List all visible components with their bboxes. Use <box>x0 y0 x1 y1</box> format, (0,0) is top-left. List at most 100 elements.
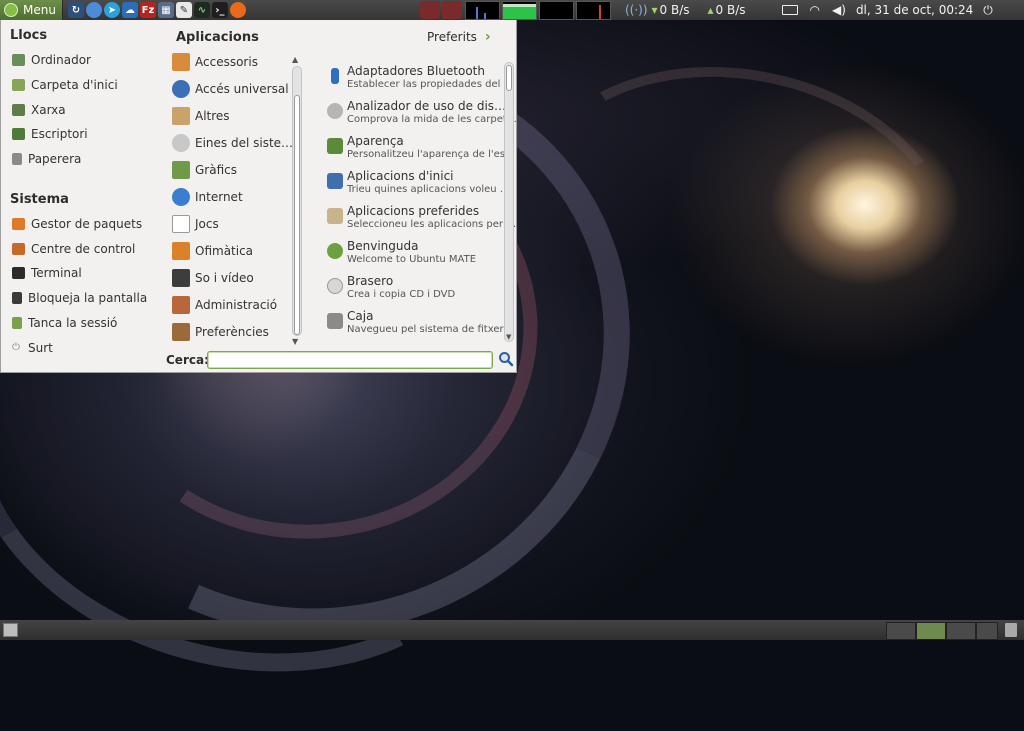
categories-scrollbar-thumb[interactable] <box>294 95 300 335</box>
app-item[interactable]: Benvinguda Welcome to Ubuntu MATE <box>327 239 497 271</box>
system-log-out[interactable]: Tanca la sessió <box>12 313 117 333</box>
app-item[interactable]: Adaptadores Bluetooth Establecer las prop… <box>327 64 514 96</box>
sound-video-icon <box>172 269 190 287</box>
app-item[interactable]: Aplicacions preferides Seleccioneu les ap… <box>327 204 516 236</box>
clock[interactable]: dl, 31 de oct, 00:24 <box>856 3 973 17</box>
categories-scroll-down-icon[interactable]: ▼ <box>292 337 298 346</box>
system-control-center[interactable]: Centre de control <box>12 239 135 259</box>
place-desktop[interactable]: Escriptori <box>12 124 88 144</box>
applications-scrollbar-thumb[interactable] <box>506 65 512 91</box>
category-internet[interactable]: Internet <box>172 186 243 208</box>
refresh-icon[interactable]: ↻ <box>67 2 84 18</box>
wifi-icon[interactable]: ◠ <box>810 3 820 17</box>
categories-scrollbar[interactable] <box>292 66 302 336</box>
category-system-tools[interactable]: Eines del siste… <box>172 132 293 154</box>
applications-scrollbar[interactable] <box>504 62 514 342</box>
place-label: Paperera <box>28 152 82 166</box>
workspace-3[interactable] <box>946 622 976 640</box>
workspace-1[interactable] <box>886 622 916 640</box>
chevron-right-icon: › <box>484 29 491 45</box>
applications-scroll-down-icon[interactable]: ▼ <box>506 333 511 341</box>
categories-scroll-up-icon[interactable]: ▲ <box>292 55 298 64</box>
app-name: Aparença <box>347 134 404 148</box>
trash-icon[interactable] <box>1005 623 1017 637</box>
system-label: Gestor de paquets <box>31 217 143 231</box>
place-computer[interactable]: Ordinador <box>12 50 91 70</box>
disk-usage-icon <box>327 103 343 119</box>
administration-icon <box>172 296 190 314</box>
applet-icon[interactable] <box>441 1 462 19</box>
app-item[interactable]: Aparença Personalitzeu l'aparença de l'es… <box>327 134 515 166</box>
category-graphics[interactable]: Gràfics <box>172 159 237 181</box>
battery-icon[interactable] <box>781 5 798 15</box>
category-office[interactable]: Ofimàtica <box>172 240 253 262</box>
search-input[interactable] <box>207 351 493 369</box>
category-administration[interactable]: Administració <box>172 294 277 316</box>
games-icon <box>172 215 190 233</box>
category-label: Ofimàtica <box>195 244 254 258</box>
computer-icon <box>12 54 25 66</box>
app-description: Trieu quines aplicacions voleu … <box>347 184 510 195</box>
home-folder-icon <box>12 79 25 91</box>
app-name: Aplicacions d'inici <box>347 169 454 183</box>
system-terminal[interactable]: Terminal <box>12 263 82 283</box>
net-down-value: 0 B/s <box>659 3 690 17</box>
brasero-icon <box>327 278 343 294</box>
calculator-icon[interactable]: ▦ <box>157 2 174 18</box>
log-out-icon <box>12 317 22 329</box>
system-package-manager[interactable]: Gestor de paquets <box>12 214 142 234</box>
chromium-icon[interactable] <box>85 2 102 18</box>
volume-icon[interactable]: ◀) <box>832 3 846 17</box>
place-home[interactable]: Carpeta d'inici <box>12 75 118 95</box>
power-icon: ⏻ <box>12 342 20 353</box>
lock-screen-icon <box>12 292 22 304</box>
place-trash[interactable]: Paperera <box>12 149 81 169</box>
system-monitor-icon[interactable]: ∿ <box>193 2 210 18</box>
graphics-icon <box>172 161 190 179</box>
telegram-icon[interactable]: ➤ <box>103 2 120 18</box>
internet-icon <box>172 188 190 206</box>
category-universal-access[interactable]: Accés universal <box>172 78 289 100</box>
bottom-panel <box>0 620 1024 640</box>
category-other[interactable]: Altres <box>172 105 230 127</box>
place-label: Escriptori <box>31 127 88 141</box>
applet-icon[interactable] <box>419 1 440 19</box>
app-description: Crea i copia CD i DVD <box>347 289 456 300</box>
system-lock-screen[interactable]: Bloqueja la pantalla <box>12 288 147 308</box>
firefox-icon[interactable] <box>229 2 246 18</box>
show-desktop-icon[interactable] <box>3 623 18 637</box>
place-network[interactable]: Xarxa <box>12 100 66 120</box>
network-graph <box>538 0 574 20</box>
accessories-icon <box>172 53 190 71</box>
app-item[interactable]: Caja Navegueu pel sistema de fitxer… <box>327 309 514 341</box>
cpu-graph <box>464 0 500 20</box>
control-center-icon <box>12 243 25 255</box>
workspace-2[interactable] <box>916 622 946 640</box>
app-name: Aplicacions preferides <box>347 204 480 218</box>
app-item[interactable]: Aplicacions d'inici Trieu quines aplicaci… <box>327 169 510 201</box>
network-indicator-icon[interactable]: ((·)) <box>625 3 648 17</box>
system-quit[interactable]: ⏻ Surt <box>12 338 53 358</box>
category-accessories[interactable]: Accessoris <box>172 51 258 73</box>
app-description: Seleccioneu les aplicacions per … <box>347 219 517 230</box>
menu-button[interactable]: Menu <box>0 0 63 20</box>
app-description: Comprova la mida de les carpet… <box>347 114 517 125</box>
cloud-icon[interactable]: ☁ <box>121 2 138 18</box>
category-label: Altres <box>195 109 230 123</box>
category-games[interactable]: Jocs <box>172 213 219 235</box>
app-item[interactable]: Brasero Crea i copia CD i DVD <box>327 274 497 306</box>
download-icon: ▾ <box>651 3 658 17</box>
category-sound-video[interactable]: So i vídeo <box>172 267 254 289</box>
app-item[interactable]: Analizador de uso de dis… Comprova la mid… <box>327 99 517 131</box>
workspace-4[interactable] <box>976 622 998 640</box>
power-icon[interactable]: ⏻ <box>983 3 993 18</box>
favorites-button[interactable]: Preferits › <box>427 29 491 45</box>
text-editor-icon[interactable]: ✎ <box>175 2 192 18</box>
category-label: So i vídeo <box>195 271 254 285</box>
search-icon[interactable] <box>498 351 514 367</box>
category-preferences[interactable]: Preferències <box>172 321 269 343</box>
app-name: Benvinguda <box>347 239 419 253</box>
terminal-icon[interactable]: ›_ <box>211 2 228 18</box>
filezilla-icon[interactable]: Fz <box>139 2 156 18</box>
places-title: Llocs <box>10 28 48 43</box>
